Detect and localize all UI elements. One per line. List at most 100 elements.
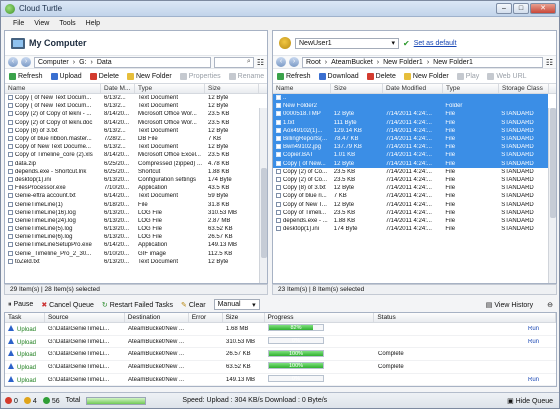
refresh-button[interactable]: Refresh — [9, 72, 43, 80]
cloud-scrollbar[interactable] — [548, 108, 556, 283]
back-icon[interactable]: ‹ — [8, 57, 18, 67]
col-error[interactable]: Error — [189, 313, 223, 322]
run-action[interactable]: Run — [525, 326, 539, 332]
cloud-file-row[interactable]: Copy (8) of 3.txt 12 Byte 7/14/2011 4:24:.… — [273, 184, 548, 192]
local-scrollbar[interactable] — [259, 108, 267, 283]
play-button[interactable]: Play — [456, 72, 479, 80]
menu-tools[interactable]: Tools — [59, 20, 75, 27]
cloud-file-row[interactable]: Bwn49102.jpg 137.79 KB 7/14/2011 4:24:... F… — [273, 143, 548, 152]
file-row[interactable]: GenieTimeLine(6).log 6/13/20... LOG File 26… — [5, 233, 259, 241]
refresh-button[interactable]: Refresh — [277, 72, 311, 80]
menu-help[interactable]: Help — [86, 20, 100, 27]
crumb-drive[interactable]: G: — [79, 59, 86, 66]
pause-button[interactable]: ⏸ Pause — [8, 301, 33, 309]
run-action[interactable]: Run — [525, 339, 539, 345]
cancel-queue-button[interactable]: ✖ Cancel Queue — [41, 301, 94, 309]
collapse-icon[interactable]: ⊖ — [547, 301, 553, 309]
cloud-file-row[interactable]: .. — [273, 94, 548, 103]
web-url-button[interactable]: Web URL — [487, 72, 527, 80]
col-storage-class[interactable]: Storage Class — [499, 84, 549, 93]
col-status[interactable]: Status — [374, 313, 556, 322]
file-row[interactable]: GenieTimeLineSetupPro.exe 6/14/20... Appli… — [5, 241, 259, 249]
delete-button[interactable]: Delete — [366, 72, 396, 80]
crumb-bucket[interactable]: AteamBucket — [331, 59, 373, 66]
download-button[interactable]: Download — [318, 72, 359, 80]
col-progress[interactable]: Progress — [265, 313, 375, 322]
cloud-file-row[interactable]: Copy (2) of Co... 23.5 KB 7/14/2011 4:24:.… — [273, 168, 548, 176]
cloud-breadcrumb[interactable]: Root › AteamBucket › New Folder1 › New Fold… — [302, 56, 543, 68]
hide-queue-button[interactable]: ▣ Hide Queue — [507, 397, 553, 405]
cloud-file-row[interactable]: desktop(1).ini 174 Byte 7/14/2011 4:24:...… — [273, 225, 548, 233]
cloud-file-row[interactable]: BillingReports(... 78.47 KB 7/14/2011 4:24… — [273, 134, 548, 144]
forward-icon[interactable]: › — [21, 57, 31, 67]
col-size[interactable]: Size — [223, 313, 265, 322]
crumb-folder[interactable]: New Folder1 — [383, 59, 423, 66]
menu-view[interactable]: View — [34, 20, 49, 27]
file-row[interactable]: Copy (8) of 3.txt 6/13/2... Text Document 1… — [5, 127, 259, 135]
file-row[interactable]: depends.exe - Shortcut.lnk 6/25/20... Shor… — [5, 168, 259, 176]
file-row[interactable]: Copy (2) of Copy of lekni.doc 8/14/20... M… — [5, 119, 259, 127]
queue-row[interactable]: Upload G:\Data\GenieTimeLi... AteamBucket/… — [5, 336, 556, 349]
run-action[interactable]: Run — [525, 377, 539, 383]
cloud-file-row[interactable]: Copy of blue ri... 7 KB 7/14/2011 4:24:...… — [273, 192, 548, 200]
search-input[interactable]: ⌕ — [213, 56, 254, 68]
back-icon[interactable]: ‹ — [276, 57, 286, 67]
delete-button[interactable]: Delete — [89, 72, 119, 80]
file-row[interactable]: GenieTimeLine(16).log 6/13/20... LOG File 3… — [5, 209, 259, 217]
rename-button[interactable]: Rename — [228, 72, 264, 80]
restart-failed-button[interactable]: ↻ Restart Failed Tasks — [102, 301, 173, 309]
cloud-file-row[interactable]: Aox49102(1)... 129.14 KB 7/14/2011 4:24:..… — [273, 126, 548, 135]
new-folder-button[interactable]: New Folder — [403, 72, 449, 80]
col-task[interactable]: Task — [5, 313, 45, 322]
view-options-icon[interactable]: ☷ — [257, 58, 264, 67]
user-select[interactable]: NewUser1 ▾ — [295, 37, 399, 49]
file-row[interactable]: desktop(1).ini 6/13/20... Configuration se… — [5, 176, 259, 184]
file-row[interactable]: FilesProcessor.exe 7/10/20... Application 4… — [5, 184, 259, 192]
file-row[interactable]: Copy of Timeline_core (2).xls 8/14/20... M… — [5, 151, 259, 159]
maximize-button[interactable]: □ — [513, 3, 529, 14]
new-folder-button[interactable]: New Folder — [126, 72, 172, 80]
col-destination[interactable]: Destination — [125, 313, 189, 322]
file-row[interactable]: data.zip 6/25/20... Compressed (zipped) ..… — [5, 160, 259, 168]
file-row[interactable]: Genie_Timeline_Pro_2_30... 6/10/20... GIF … — [5, 250, 259, 258]
col-name[interactable]: Name — [5, 84, 101, 93]
view-options-icon[interactable]: ☷ — [546, 58, 553, 67]
properties-button[interactable]: Properties — [179, 72, 221, 80]
queue-row[interactable]: Upload G:\Data\GenieTimeLi... AteamBucket/… — [5, 348, 556, 362]
cloud-file-row[interactable]: Copy (2) of Co... 23.5 KB 7/14/2011 4:24:.… — [273, 176, 548, 184]
file-row[interactable]: Genie-eftra account.txt 6/14/20... Text Do… — [5, 192, 259, 200]
col-size[interactable]: Size — [331, 84, 383, 93]
forward-icon[interactable]: › — [289, 57, 299, 67]
file-row[interactable]: GenieTimeLine(1) 6/18/20... File 31.8 KB — [5, 200, 259, 208]
upload-button[interactable]: Upload — [50, 72, 82, 80]
set-default-link[interactable]: Set as default — [414, 40, 457, 47]
col-source[interactable]: Source — [45, 313, 125, 322]
col-date-modified[interactable]: Date Modified — [383, 84, 443, 93]
cloud-file-row[interactable]: depends.exe - ... 1.88 KB 7/14/2011 4:24:.… — [273, 217, 548, 225]
mode-select[interactable]: Manual ▾ — [213, 299, 260, 310]
file-row[interactable]: GenieTimeLine(5).log 6/13/20... LOG File 63… — [5, 225, 259, 233]
local-breadcrumb[interactable]: Computer › G: › Data — [34, 56, 211, 68]
file-row[interactable]: Copy of blue ribbon.master... 7/28/2... DB… — [5, 135, 259, 143]
file-row[interactable]: GenieTimeLine(24).log 6/13/20... LOG File 2… — [5, 217, 259, 225]
menu-file[interactable]: File — [13, 20, 24, 27]
col-name[interactable]: Name — [273, 84, 331, 93]
queue-row[interactable]: Upload G:\Data\GenieTimeLi... AteamBucket/… — [5, 374, 556, 386]
close-button[interactable]: ✕ — [530, 3, 556, 14]
col-type[interactable]: Type — [443, 84, 499, 93]
file-row[interactable]: Copy ( of New Text Docum... 6/13/2... Text… — [5, 94, 259, 102]
crumb-computer[interactable]: Computer — [38, 59, 69, 66]
queue-row[interactable]: Upload G:\Data\GenieTimeLi... AteamBucket/… — [5, 323, 556, 336]
view-history-button[interactable]: ▤ View History — [486, 301, 533, 309]
cloud-file-row[interactable]: Copy of New T... 12 Byte 7/14/2011 4:24:..… — [273, 200, 548, 208]
file-row[interactable]: Copy ( of New Text Docum... 6/13/2... Text… — [5, 102, 259, 110]
col-size[interactable]: Size — [205, 84, 259, 93]
cloud-file-row[interactable]: New Folder2 Folder — [273, 102, 548, 111]
file-row[interactable]: toZeld.txt 6/13/20... Text Document 12 Byte — [5, 258, 259, 266]
col-type[interactable]: Type — [135, 84, 205, 93]
file-row[interactable]: Copy of New Text Docume... 6/13/2... Text … — [5, 143, 259, 151]
cloud-file-row[interactable]: Copy ( of New... 12 Byte 7/14/2011 4:24:..… — [273, 159, 548, 168]
minimize-button[interactable]: – — [496, 3, 512, 14]
col-date[interactable]: Date M... — [101, 84, 135, 93]
cloud-file-row[interactable]: Copier.BAT 1.01 KB 7/14/2011 4:24:... File S… — [273, 151, 548, 160]
